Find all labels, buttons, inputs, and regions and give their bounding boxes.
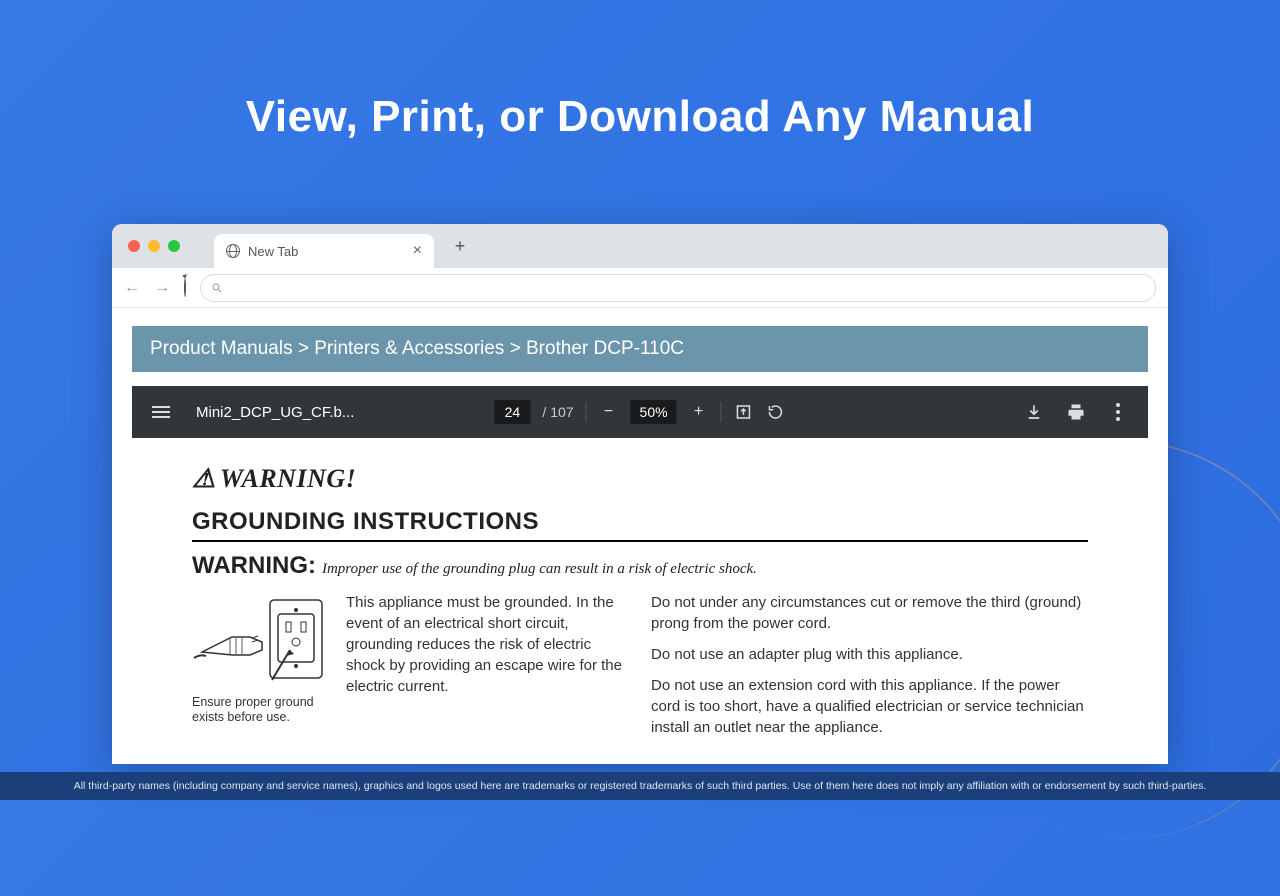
search-icon <box>211 282 223 294</box>
fit-page-button[interactable] <box>734 402 754 422</box>
print-icon <box>1067 403 1085 421</box>
page-number-input[interactable] <box>494 400 530 424</box>
right-paragraph-2: Do not use an adapter plug with this app… <box>651 644 1088 665</box>
warning-triangle-icon: ⚠ <box>192 464 216 494</box>
browser-tab[interactable]: New Tab × <box>214 234 434 268</box>
plug-illustration-icon <box>192 592 332 688</box>
breadcrumb: Product Manuals > Printers & Accessories… <box>132 326 1148 372</box>
download-icon <box>1025 403 1043 421</box>
pdf-menu-button[interactable] <box>152 406 170 418</box>
new-tab-button[interactable]: + <box>446 232 474 260</box>
reload-button[interactable] <box>184 279 186 297</box>
diagram-caption: Ensure proper ground exists before use. <box>192 695 332 725</box>
kebab-icon <box>1116 403 1120 421</box>
right-paragraph-3: Do not use an extension cord with this a… <box>651 675 1088 738</box>
page-content: Product Manuals > Printers & Accessories… <box>112 308 1168 764</box>
rotate-button[interactable] <box>766 402 786 422</box>
rotate-icon <box>767 403 785 421</box>
browser-window: New Tab × + ← → Product Manuals > Printe… <box>112 224 1168 764</box>
tab-title: New Tab <box>248 244 298 259</box>
right-paragraph-1: Do not under any circumstances cut or re… <box>651 592 1088 634</box>
section-heading: GROUNDING INSTRUCTIONS <box>192 508 1088 542</box>
maximize-window-button[interactable] <box>168 240 180 252</box>
pdf-toolbar: Mini2_DCP_UG_CF.b... / 107 − + <box>132 386 1148 438</box>
download-button[interactable] <box>1024 402 1044 422</box>
pdf-page-content: ⚠WARNING! GROUNDING INSTRUCTIONS WARNING… <box>132 438 1148 764</box>
pdf-filename: Mini2_DCP_UG_CF.b... <box>196 404 354 421</box>
window-controls <box>128 240 180 252</box>
minimize-window-button[interactable] <box>148 240 160 252</box>
left-paragraph: This appliance must be grounded. In the … <box>346 592 629 738</box>
hero-title: View, Print, or Download Any Manual <box>0 0 1280 142</box>
address-bar[interactable] <box>200 274 1156 302</box>
reload-icon <box>184 278 186 297</box>
globe-icon <box>226 244 240 258</box>
close-window-button[interactable] <box>128 240 140 252</box>
zoom-level-input[interactable] <box>631 400 677 424</box>
tab-strip: New Tab × + <box>112 224 1168 268</box>
forward-button[interactable]: → <box>154 279 170 297</box>
zoom-out-button[interactable]: − <box>599 402 619 422</box>
tab-close-icon[interactable]: × <box>413 243 422 259</box>
more-options-button[interactable] <box>1108 402 1128 422</box>
fit-page-icon <box>735 403 753 421</box>
plug-diagram: Ensure proper ground exists before use. <box>192 592 332 738</box>
warning-heading: ⚠WARNING! <box>192 464 1088 494</box>
zoom-in-button[interactable]: + <box>689 402 709 422</box>
back-button[interactable]: ← <box>124 279 140 297</box>
subwarning-line: WARNING:Improper use of the grounding pl… <box>192 552 1088 580</box>
browser-toolbar: ← → <box>112 268 1168 308</box>
page-total-label: / 107 <box>542 404 573 420</box>
footer-disclaimer: All third-party names (including company… <box>0 772 1280 800</box>
print-button[interactable] <box>1066 402 1086 422</box>
